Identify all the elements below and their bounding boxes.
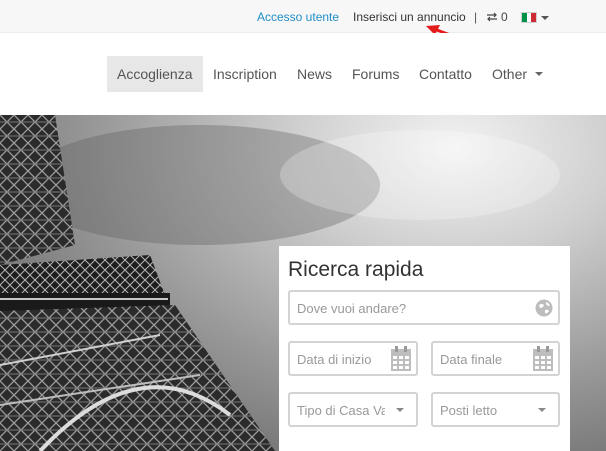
quick-search-panel: Ricerca rapida Dove vuoi andare? Data di… bbox=[279, 246, 570, 451]
chevron-down-icon bbox=[538, 408, 546, 412]
chevron-down-icon bbox=[541, 15, 549, 20]
calendar-icon[interactable] bbox=[390, 346, 412, 372]
end-date-placeholder: Data finale bbox=[440, 352, 503, 367]
quick-search-title: Ricerca rapida bbox=[288, 258, 424, 281]
chevron-down-icon bbox=[535, 72, 544, 76]
beds-select[interactable]: Posti letto bbox=[431, 392, 560, 427]
globe-icon bbox=[535, 299, 553, 317]
nav-item-news[interactable]: News bbox=[287, 56, 342, 92]
beds-placeholder: Posti letto bbox=[440, 403, 498, 418]
main-nav: Accoglienza Inscription News Forums Cont… bbox=[0, 33, 606, 115]
italy-flag-icon bbox=[521, 12, 537, 23]
nav-item-inscription[interactable]: Inscription bbox=[203, 56, 287, 92]
nav-item-accoglienza[interactable]: Accoglienza bbox=[107, 56, 203, 92]
nav-item-other[interactable]: Other bbox=[482, 56, 553, 92]
destination-input[interactable]: Dove vuoi andare? bbox=[288, 290, 560, 325]
property-type-select[interactable]: Tipo di Casa Vacanza bbox=[288, 392, 418, 427]
nav-item-contatto[interactable]: Contatto bbox=[409, 56, 482, 92]
property-type-placeholder: Tipo di Casa Vacanza bbox=[297, 403, 385, 418]
compare-count: 0 bbox=[501, 10, 508, 24]
calendar-icon[interactable] bbox=[532, 346, 554, 372]
destination-placeholder: Dove vuoi andare? bbox=[297, 301, 407, 316]
top-utility-bar: Accesso utente Inserisci un annuncio | 0 bbox=[0, 0, 606, 33]
start-date-placeholder: Data di inizio bbox=[297, 352, 372, 367]
nav-item-other-label: Other bbox=[492, 66, 528, 82]
language-dropdown[interactable] bbox=[521, 12, 549, 23]
login-link[interactable]: Accesso utente bbox=[257, 10, 339, 24]
nav-item-forums[interactable]: Forums bbox=[342, 56, 409, 92]
chevron-down-icon bbox=[396, 408, 404, 412]
start-date-input[interactable]: Data di inizio bbox=[288, 341, 418, 376]
end-date-input[interactable]: Data finale bbox=[431, 341, 560, 376]
